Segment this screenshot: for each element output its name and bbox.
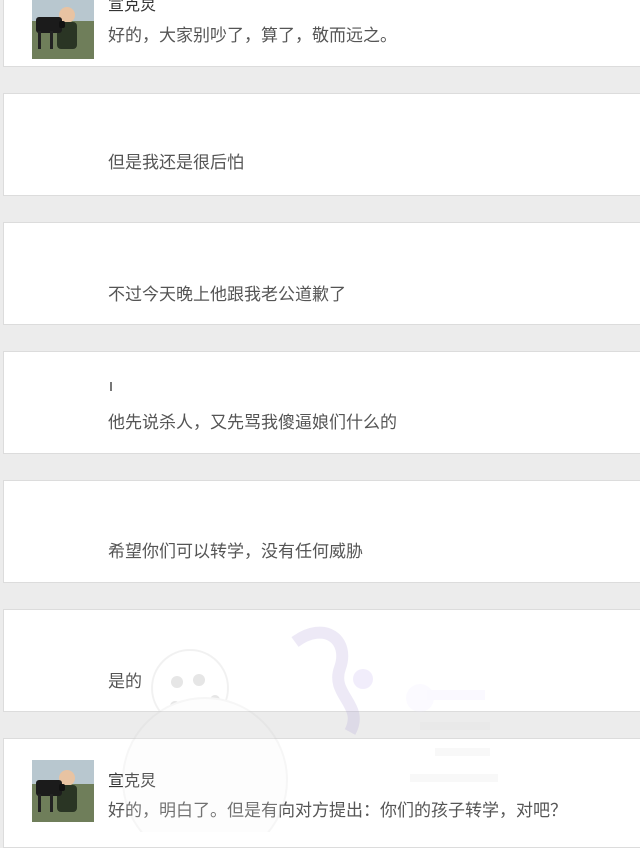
message-text: 好的，大家别吵了，算了，敬而远之。 xyxy=(108,26,397,46)
avatar[interactable] xyxy=(32,760,94,822)
message-card: 不过今天晚上他跟我老公道歉了 xyxy=(3,222,640,325)
message-text: 希望你们可以转学，没有任何威胁 xyxy=(108,542,363,562)
message-card: 宣克炅 好的，大家别吵了，算了，敬而远之。 xyxy=(3,0,640,67)
message-text: 他先说杀人，又先骂我傻逼娘们什么的 xyxy=(108,413,397,433)
sender-name: 宣克炅 xyxy=(108,0,157,14)
message-card: 是的 xyxy=(3,609,640,712)
message-text: 不过今天晚上他跟我老公道歉了 xyxy=(108,285,346,305)
message-card: 他先说杀人，又先骂我傻逼娘们什么的 xyxy=(3,351,640,454)
message-text: 但是我还是很后怕 xyxy=(108,153,244,173)
sender-name: 宣克炅 xyxy=(108,771,157,790)
message-text: 是的 xyxy=(108,672,142,692)
message-text: 好的，明白了。但是有向对方提出：你们的孩子转学，对吧？ xyxy=(108,801,567,821)
message-card: 但是我还是很后怕 xyxy=(3,93,640,196)
artifact-mark xyxy=(110,382,112,391)
avatar[interactable] xyxy=(32,0,94,59)
message-card: 希望你们可以转学，没有任何威胁 xyxy=(3,480,640,583)
